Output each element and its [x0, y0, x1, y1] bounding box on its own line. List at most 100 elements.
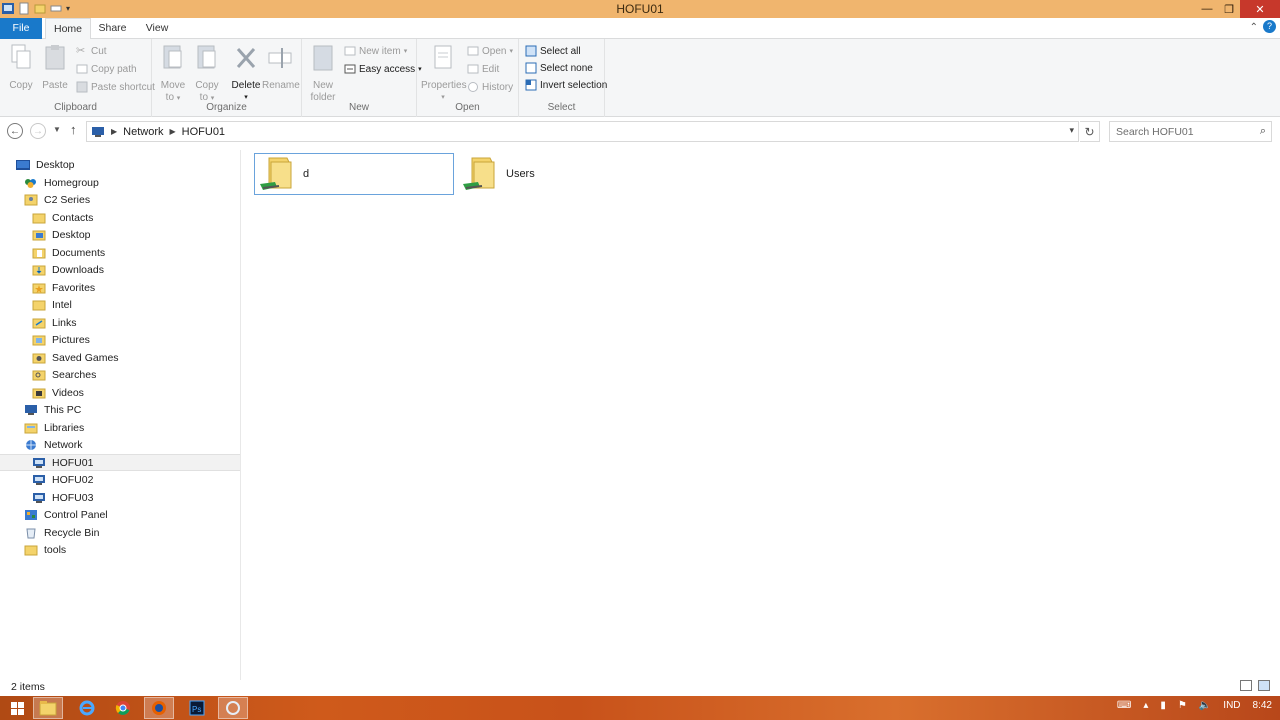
- large-icons-view-icon[interactable]: [1258, 680, 1270, 691]
- move-to-button[interactable]: Move to ▾: [158, 43, 188, 105]
- nav-item-downloads[interactable]: Downloads: [0, 261, 240, 278]
- navigation-pane: Desktop Homegroup C2 Series Contacts Des…: [0, 150, 241, 680]
- nav-label: C2 Series: [44, 193, 91, 206]
- address-dropdown-icon[interactable]: ▾: [1069, 125, 1074, 136]
- svg-text:Ps: Ps: [192, 705, 201, 714]
- clipboard-group: Copy Paste ✂ Cut Copy path Paste shortcu…: [0, 39, 155, 117]
- select-all-button[interactable]: Select all: [525, 43, 581, 59]
- recent-locations-chevron-icon[interactable]: ▼: [53, 125, 61, 134]
- nav-item-control-panel[interactable]: Control Panel: [0, 506, 240, 523]
- nav-item-videos[interactable]: Videos: [0, 384, 240, 401]
- details-view-icon[interactable]: [1240, 680, 1252, 691]
- new-item-button[interactable]: New item ▾: [344, 43, 407, 59]
- nav-item-favorites[interactable]: Favorites: [0, 279, 240, 296]
- taskbar-internet-explorer[interactable]: [72, 697, 102, 719]
- edit-label: Edit: [482, 63, 500, 75]
- taskbar-chrome[interactable]: [108, 697, 138, 719]
- refresh-button[interactable]: ↻: [1080, 121, 1100, 142]
- copy-to-button[interactable]: Copy to ▾: [192, 43, 222, 105]
- nav-item-recycle-bin[interactable]: Recycle Bin: [0, 524, 240, 541]
- keyboard-icon[interactable]: ⌨: [1117, 700, 1131, 711]
- open-icon: [467, 46, 479, 56]
- invert-selection-button[interactable]: Invert selection: [525, 77, 607, 93]
- search-icon[interactable]: ⌕: [1260, 125, 1266, 138]
- nav-item-links[interactable]: Links: [0, 314, 240, 331]
- nav-item-hofu03[interactable]: HOFU03: [0, 489, 240, 506]
- folder-icon: [32, 230, 46, 240]
- taskbar-firefox[interactable]: [144, 697, 174, 719]
- refresh-icon: ↻: [1084, 124, 1095, 139]
- downloads-folder-icon: [32, 265, 46, 275]
- search-input[interactable]: Search HOFU01 ⌕: [1109, 121, 1272, 142]
- collapse-ribbon-chevron-icon[interactable]: ⌃: [1250, 22, 1258, 33]
- input-language[interactable]: IND: [1223, 700, 1240, 711]
- paste-shortcut-button[interactable]: Paste shortcut: [76, 79, 155, 95]
- cut-button[interactable]: ✂ Cut: [76, 43, 107, 59]
- new-folder-button[interactable]: New folder: [308, 43, 338, 104]
- nav-item-c2-series[interactable]: C2 Series: [0, 191, 240, 208]
- help-icon[interactable]: ?: [1263, 20, 1276, 33]
- forward-button[interactable]: →: [30, 123, 46, 139]
- taskbar-file-explorer[interactable]: [33, 697, 63, 719]
- copy-button[interactable]: Copy: [6, 43, 36, 92]
- tab-home[interactable]: Home: [45, 18, 91, 40]
- address-bar[interactable]: ▶ Network ▶ HOFU01 ▾: [86, 121, 1079, 142]
- clock[interactable]: 8:42: [1253, 700, 1272, 711]
- nav-item-network[interactable]: Network: [0, 436, 240, 453]
- nav-item-libraries[interactable]: Libraries: [0, 419, 240, 436]
- nav-item-this-pc[interactable]: This PC: [0, 401, 240, 418]
- nav-item-desktop-sub[interactable]: Desktop: [0, 226, 240, 243]
- minimize-button[interactable]: —: [1196, 0, 1218, 18]
- close-button[interactable]: ✕: [1240, 0, 1280, 18]
- paste-shortcut-icon: [76, 81, 88, 93]
- rename-button[interactable]: Rename: [262, 43, 300, 92]
- nav-item-searches[interactable]: Searches: [0, 366, 240, 383]
- delete-button[interactable]: Delete ▾: [230, 43, 262, 104]
- start-button[interactable]: [2, 697, 32, 719]
- nav-item-saved-games[interactable]: Saved Games: [0, 349, 240, 366]
- tab-view[interactable]: View: [140, 18, 174, 39]
- network-signal-icon[interactable]: ▮: [1160, 700, 1166, 711]
- nav-item-hofu01[interactable]: HOFU01: [0, 454, 240, 471]
- open-button[interactable]: Open ▾: [467, 43, 513, 59]
- breadcrumb-network[interactable]: Network: [123, 126, 163, 138]
- nav-item-intel[interactable]: Intel: [0, 296, 240, 313]
- breadcrumb-hofu01[interactable]: HOFU01: [182, 126, 225, 138]
- taskbar-network-app[interactable]: [218, 697, 248, 719]
- nav-item-documents[interactable]: Documents: [0, 244, 240, 261]
- status-bar: 2 items: [0, 680, 1280, 695]
- back-button[interactable]: ←: [7, 123, 23, 139]
- nav-item-tools[interactable]: tools: [0, 541, 240, 558]
- nav-item-contacts[interactable]: Contacts: [0, 209, 240, 226]
- copy-to-dropdown-icon: ▾: [210, 95, 215, 102]
- network-computer-icon: [33, 457, 45, 468]
- chrome-icon: [115, 701, 130, 715]
- paste-button[interactable]: Paste: [40, 43, 70, 92]
- easy-access-label: Easy access: [359, 63, 416, 75]
- up-arrow-icon[interactable]: ↑: [70, 122, 77, 137]
- easy-access-button[interactable]: Easy access ▾: [344, 61, 422, 77]
- nav-label: Desktop: [36, 158, 75, 171]
- copy-path-button[interactable]: Copy path: [76, 61, 137, 77]
- taskbar-photoshop[interactable]: Ps: [182, 697, 212, 719]
- select-none-button[interactable]: Select none: [525, 60, 593, 76]
- documents-folder-icon: [32, 248, 46, 258]
- action-center-flag-icon[interactable]: ⚑: [1178, 700, 1187, 711]
- nav-item-pictures[interactable]: Pictures: [0, 331, 240, 348]
- edit-button[interactable]: Edit: [467, 61, 499, 77]
- shared-folder-tile[interactable]: d: [254, 153, 454, 195]
- show-hidden-icons-icon[interactable]: ▴: [1143, 700, 1148, 711]
- properties-button[interactable]: Properties ▾: [421, 43, 467, 104]
- maximize-button[interactable]: ❐: [1218, 0, 1240, 18]
- nav-item-desktop[interactable]: Desktop: [0, 156, 240, 173]
- copy-path-label: Copy path: [91, 63, 137, 75]
- nav-item-hofu02[interactable]: HOFU02: [0, 471, 240, 488]
- tab-file[interactable]: File: [0, 18, 42, 39]
- shared-folder-tile[interactable]: Users: [458, 153, 658, 195]
- easy-access-icon: [344, 64, 356, 74]
- tab-share[interactable]: Share: [95, 18, 130, 39]
- shared-folder-icon: [463, 157, 495, 190]
- history-button[interactable]: History: [467, 79, 513, 95]
- volume-icon[interactable]: 🔈: [1199, 700, 1211, 711]
- nav-item-homegroup[interactable]: Homegroup: [0, 174, 240, 191]
